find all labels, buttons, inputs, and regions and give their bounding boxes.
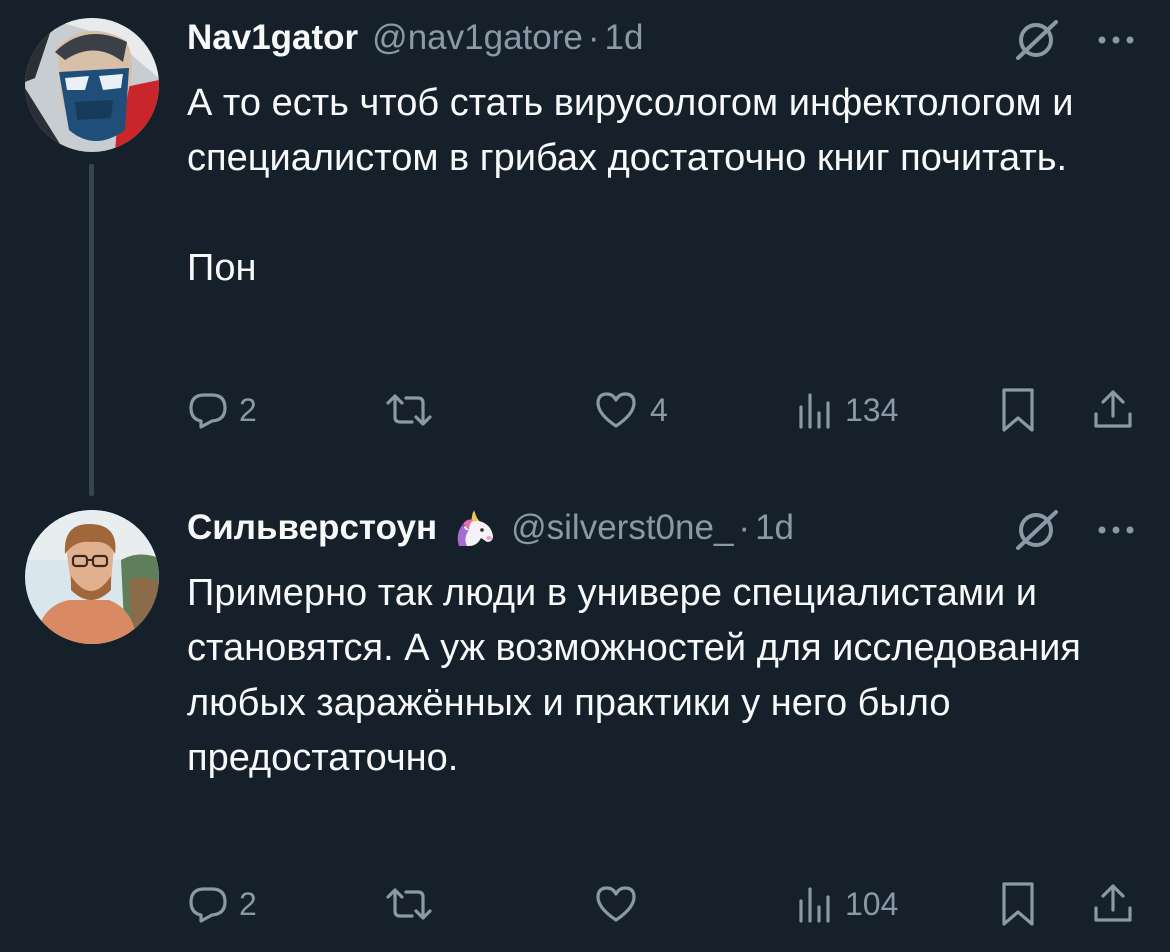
- views-button[interactable]: 134: [795, 380, 898, 440]
- share-icon: [1094, 884, 1132, 922]
- bookmark-icon: [1002, 882, 1034, 926]
- tweet-header: Сильверстоун @silverst0ne_ · 1d: [187, 506, 794, 550]
- retweet-icon: [386, 394, 432, 426]
- timestamp[interactable]: 1d: [755, 506, 794, 550]
- views-icon: [799, 393, 830, 429]
- action-bar: 2 104: [0, 874, 1170, 934]
- retweet-button[interactable]: [382, 874, 446, 934]
- handle[interactable]: @nav1gatore: [372, 16, 583, 60]
- action-bar: 2 4 134: [0, 380, 1170, 440]
- masked-character-avatar-icon: [25, 18, 159, 152]
- share-button[interactable]: [1090, 380, 1136, 440]
- views-count: 104: [845, 885, 899, 922]
- tweet-paragraph: Пон: [187, 247, 257, 289]
- heart-icon: [596, 392, 636, 428]
- like-button[interactable]: 4: [592, 380, 668, 440]
- grok-icon[interactable]: [1010, 18, 1062, 62]
- avatar[interactable]: [25, 18, 159, 152]
- reply-icon: [189, 393, 227, 429]
- separator: ·: [738, 508, 751, 547]
- views-count: 134: [845, 391, 899, 428]
- reply-count: 2: [239, 885, 257, 922]
- like-count: 4: [650, 391, 668, 428]
- share-button[interactable]: [1090, 874, 1136, 934]
- grok-icon[interactable]: [1010, 508, 1062, 552]
- like-button[interactable]: [592, 874, 650, 934]
- thread-line: [89, 164, 94, 496]
- handle[interactable]: @silverst0ne_: [511, 506, 733, 550]
- unicorn-emoji-icon: [451, 508, 497, 548]
- bookmark-button[interactable]: [998, 380, 1038, 440]
- views-icon: [799, 887, 830, 923]
- tweet-paragraph: А то есть чтоб стать вирусологом инфекто…: [187, 82, 1085, 179]
- bookmark-button[interactable]: [998, 874, 1038, 934]
- reply-count: 2: [239, 391, 257, 428]
- separator: ·: [587, 18, 600, 57]
- timestamp[interactable]: 1d: [605, 16, 644, 60]
- tweet-text: А то есть чтоб стать вирусологом инфекто…: [187, 76, 1147, 296]
- share-icon: [1094, 390, 1132, 428]
- tweet-silverstone[interactable]: Сильверстоун @silverst0ne_ · 1d Примерно…: [0, 490, 1170, 952]
- reply-button[interactable]: 2: [187, 380, 257, 440]
- reply-button[interactable]: 2: [187, 874, 257, 934]
- views-button[interactable]: 104: [795, 874, 898, 934]
- more-options-icon[interactable]: [1092, 18, 1140, 62]
- display-name[interactable]: Сильверстоун: [187, 506, 437, 550]
- heart-icon: [596, 886, 636, 922]
- tweet-header: Nav1gator @nav1gatore · 1d: [187, 16, 643, 60]
- tweet-nav1gator[interactable]: Nav1gator @nav1gatore · 1d А то есть что…: [0, 0, 1170, 496]
- more-options-icon[interactable]: [1092, 508, 1140, 552]
- display-name[interactable]: Nav1gator: [187, 16, 358, 60]
- tweet-text: Примерно так люди в универе специалистам…: [187, 566, 1147, 786]
- reply-icon: [189, 887, 227, 923]
- tweet-paragraph: Примерно так люди в универе специалистам…: [187, 572, 1092, 779]
- retweet-icon: [386, 888, 432, 920]
- avatar[interactable]: [25, 510, 159, 644]
- retweet-button[interactable]: [382, 380, 446, 440]
- bookmark-icon: [1002, 388, 1034, 432]
- bearded-man-photo-avatar-icon: [25, 510, 159, 644]
